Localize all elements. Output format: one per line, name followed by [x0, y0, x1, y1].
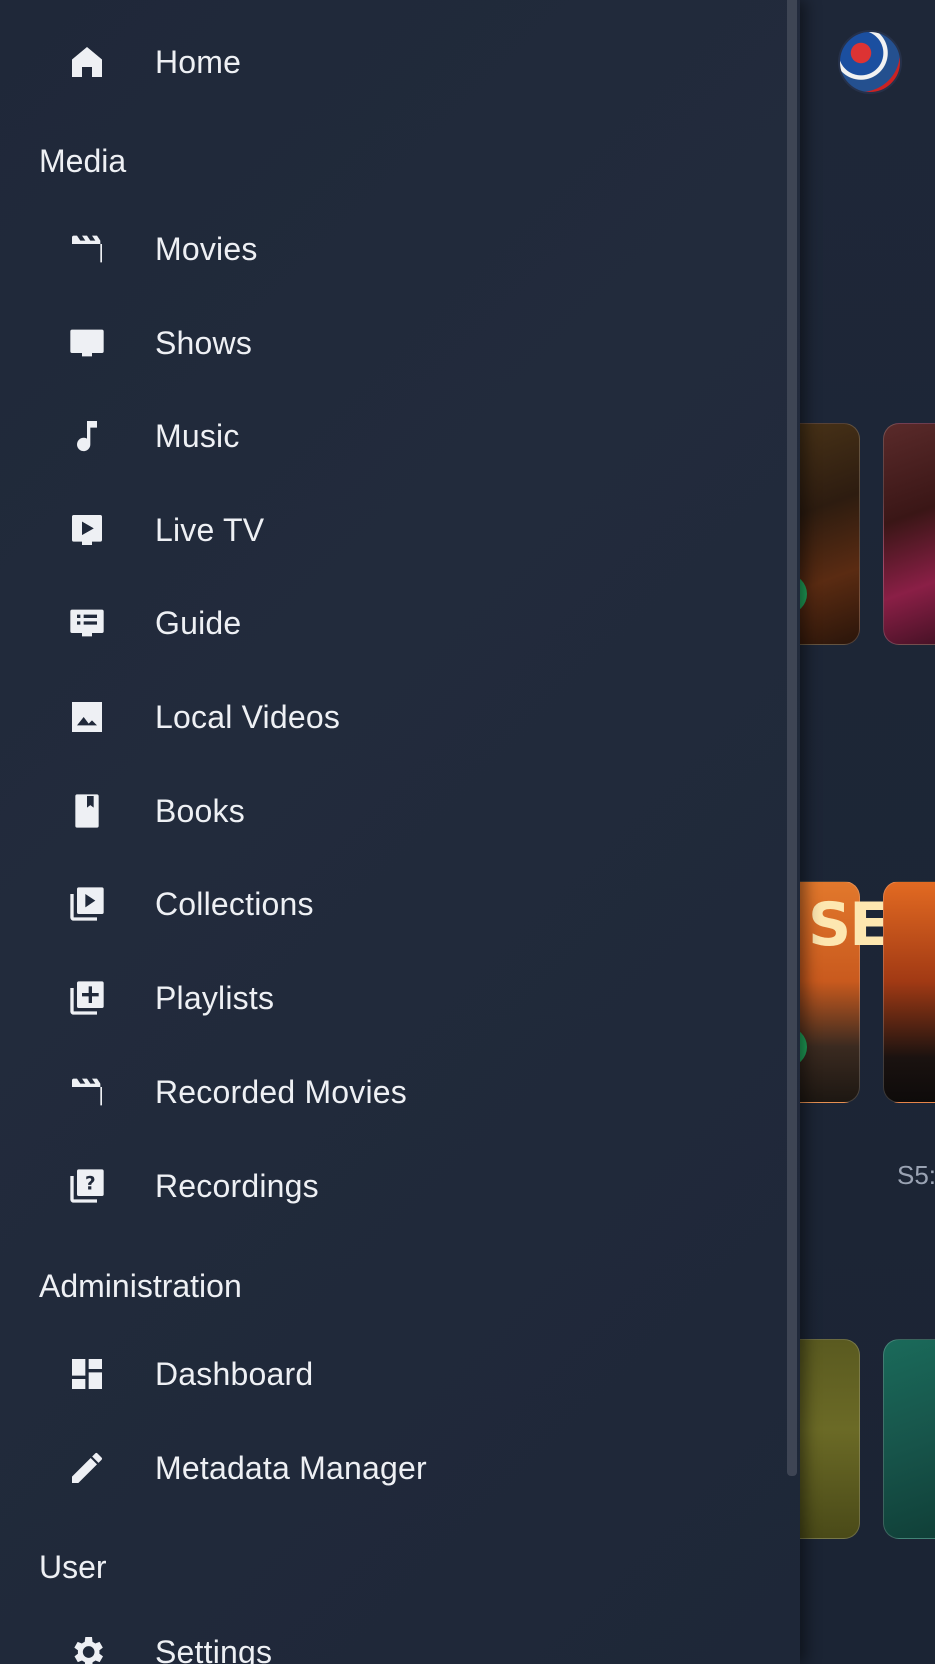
nav-item-label: Guide [155, 604, 242, 641]
nav-item-live-tv[interactable]: Live TV [0, 490, 780, 570]
nav-item-label: Movies [155, 230, 258, 267]
nav-item-label: Playlists [155, 979, 275, 1016]
nav-item-music[interactable]: Music [0, 396, 780, 476]
section-header-media: Media [39, 143, 127, 179]
nav-item-collections[interactable]: Collections [0, 864, 780, 944]
svg-text:?: ? [85, 1173, 96, 1194]
episode-label: S5: [897, 1160, 935, 1190]
poster-title-text: SE [808, 890, 890, 960]
movie-clapper-icon [66, 228, 108, 270]
nav-item-dashboard[interactable]: Dashboard [0, 1334, 780, 1414]
nav-item-shows[interactable]: Shows [0, 303, 780, 383]
dashboard-icon [66, 1353, 108, 1395]
nav-item-label: Home [155, 43, 242, 80]
drawer-scrollbar[interactable] [787, 0, 797, 1476]
nav-item-label: Recordings [155, 1167, 319, 1204]
nav-item-settings[interactable]: Settings [0, 1612, 780, 1664]
nav-item-playlists[interactable]: Playlists [0, 958, 780, 1038]
nav-item-label: Recorded Movies [155, 1073, 407, 1110]
nav-item-label: Shows [155, 324, 253, 361]
nav-item-label: Music [155, 417, 240, 454]
media-card[interactable] [883, 423, 935, 645]
image-icon [66, 696, 108, 738]
home-icon [66, 41, 108, 83]
live-tv-icon [66, 509, 108, 551]
navigation-drawer: Home Media Movies Shows Music Live TV Gu… [0, 0, 800, 1664]
media-card[interactable] [883, 881, 935, 1103]
nav-item-recorded-movies[interactable]: Recorded Movies [0, 1052, 780, 1132]
media-card[interactable] [883, 1339, 935, 1539]
nav-item-guide[interactable]: Guide [0, 583, 780, 663]
book-icon [66, 790, 108, 832]
music-note-icon [66, 415, 108, 457]
playlist-add-icon [66, 977, 108, 1019]
nav-item-label: Dashboard [155, 1355, 314, 1392]
pencil-icon [66, 1447, 108, 1489]
nav-item-label: Settings [155, 1633, 273, 1664]
video-library-icon [66, 883, 108, 925]
nav-item-movies[interactable]: Movies [0, 209, 780, 289]
nav-item-home[interactable]: Home [0, 22, 780, 102]
nav-item-label: Live TV [155, 511, 265, 548]
section-header-user: User [39, 1549, 107, 1585]
nav-item-label: Metadata Manager [155, 1449, 427, 1486]
tv-icon [66, 322, 108, 364]
library-question-icon: ? [66, 1165, 108, 1207]
user-avatar[interactable] [838, 30, 902, 94]
guide-list-icon [66, 602, 108, 644]
nav-item-local-videos[interactable]: Local Videos [0, 677, 780, 757]
nav-item-label: Books [155, 792, 245, 829]
nav-item-metadata-manager[interactable]: Metadata Manager [0, 1428, 780, 1508]
movie-clapper-icon [66, 1071, 108, 1113]
section-header-administration: Administration [39, 1268, 242, 1304]
nav-item-recordings[interactable]: ? Recordings [0, 1146, 780, 1226]
gear-icon [66, 1631, 108, 1664]
nav-item-books[interactable]: Books [0, 771, 780, 851]
nav-item-label: Local Videos [155, 698, 341, 735]
nav-item-label: Collections [155, 885, 314, 922]
